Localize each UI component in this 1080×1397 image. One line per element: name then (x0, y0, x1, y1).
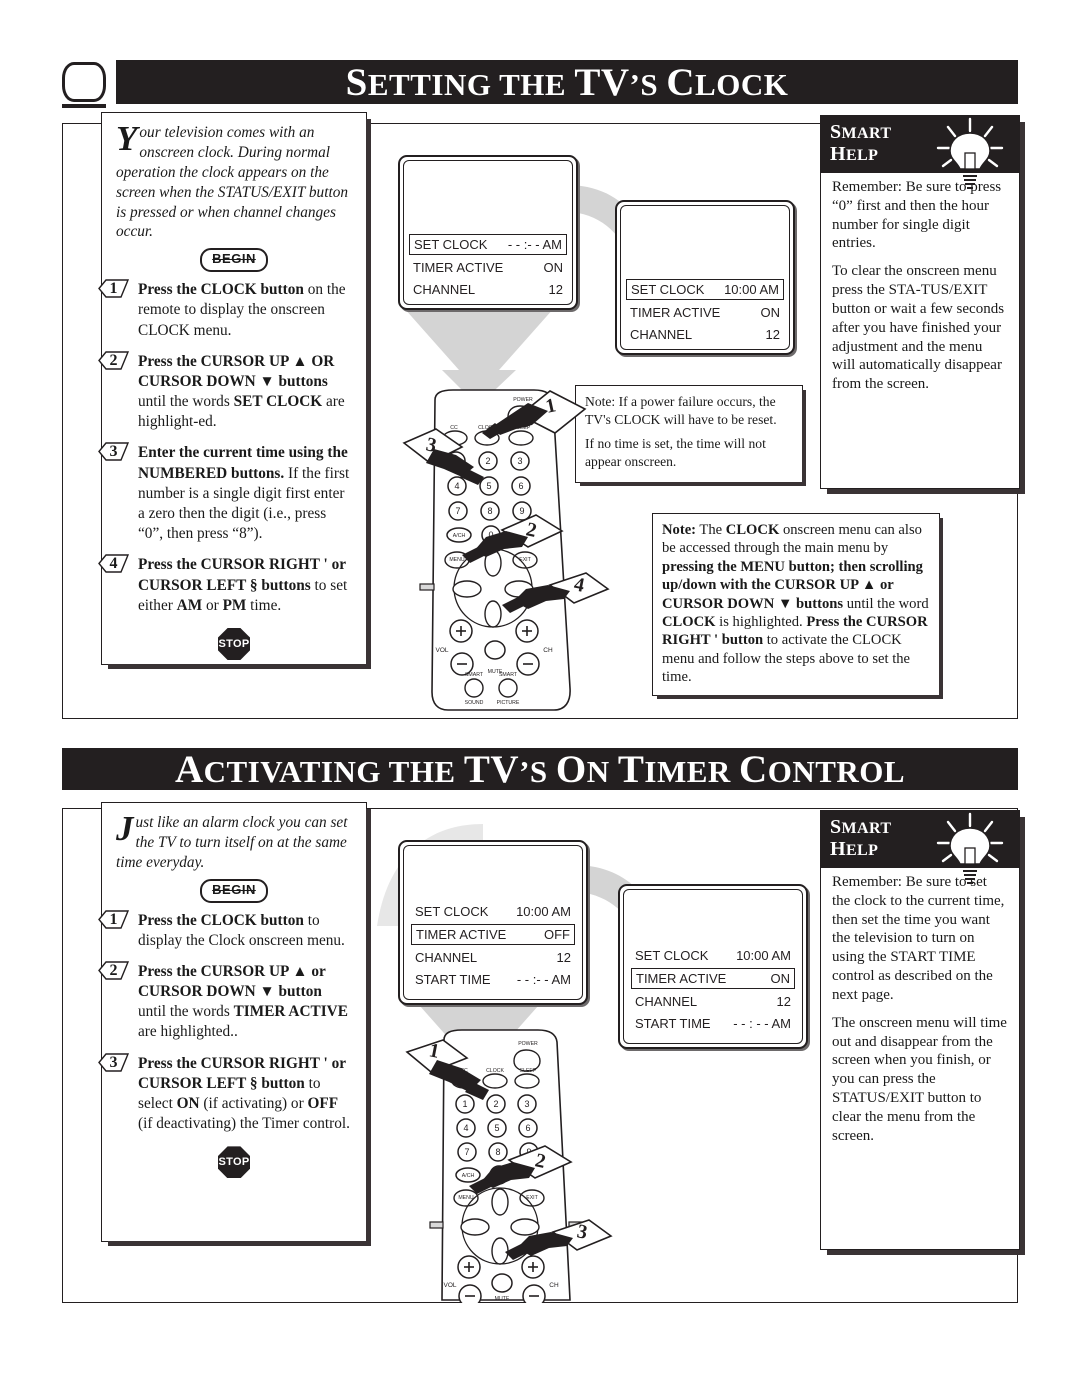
svg-text:VOL: VOL (435, 647, 448, 654)
smart-help-body: Remember: Be sure to set the clock to th… (820, 868, 1020, 1250)
step-number-1: 1 (97, 279, 130, 298)
svg-text:CH: CH (543, 647, 553, 654)
begin-badge: BEGIN (200, 878, 268, 903)
step-text: Press the CLOCK button on the remote to … (138, 281, 346, 339)
stop-badge: STOP (218, 627, 250, 660)
stop-badge-wrap: STOP (116, 1146, 352, 1179)
step-item: 1 Press the CLOCK button to display the … (98, 909, 352, 951)
osd-row-set-clock: SET CLOCK 10:00 AM (626, 279, 784, 300)
begin-badge-wrap: BEGIN (116, 248, 352, 273)
callout-group-clock: 1 3 2 4 (402, 390, 610, 613)
svg-text:PICTURE: PICTURE (497, 700, 520, 706)
step-number-2: 2 (97, 351, 130, 370)
svg-text:CH: CH (549, 1282, 559, 1289)
osd-row-set-clock: SET CLOCK 10:00 AM (635, 948, 791, 963)
drop-cap: Y (116, 119, 138, 158)
callout-2: 2 (469, 1145, 573, 1194)
stop-badge-wrap: STOP (116, 627, 352, 660)
callout-3: 3 (505, 1219, 613, 1260)
section-title-timer: ACTIVATING THE TV’S ON TIMER CONTROL (174, 747, 906, 791)
callout-group-timer: 1 2 3 (405, 1039, 613, 1260)
tv-screen-timer-after: SET CLOCK 10:00 AM TIMER ACTIVE ON CHANNEL… (618, 884, 808, 1049)
step-item: 1 Press the CLOCK button on the remote t… (98, 279, 352, 341)
step-text: Press the CURSOR UP ▲ or CURSOR DOWN ▼ b… (138, 962, 348, 1041)
lightbulb-icon (936, 812, 1004, 884)
osd-row-timer-active: TIMER ACTIVE ON (630, 305, 780, 320)
step-number-3: 3 (97, 442, 130, 462)
callout-3: 3 (402, 428, 484, 485)
tv-screen-clock-before: SET CLOCK - - :- - AM TIMER ACTIVE ON CHAN… (398, 155, 578, 310)
step-number-3: 3 (97, 1052, 130, 1072)
osd-row-channel: CHANNEL 12 (630, 327, 780, 342)
smart-help-header: SMART HELP (820, 810, 1020, 884)
manual-page: SETTING THE TV’S CLOCK Your television c… (0, 0, 1080, 1397)
note-text: Note: The CLOCK onscreen menu can also b… (662, 522, 929, 685)
osd-row-start-time: START TIME - - :- - AM (415, 972, 571, 987)
section-title-clock: SETTING THE TV’S CLOCK (345, 60, 789, 104)
callout-1: 1 (405, 1039, 489, 1100)
osd-row-set-clock: SET CLOCK 10:00 AM (415, 904, 571, 919)
step-text: Press the CURSOR UP ▲ OR CURSOR DOWN ▼ b… (138, 352, 345, 431)
osd-row-start-time: START TIME - - : - - AM (635, 1016, 791, 1031)
lightbulb-icon (936, 117, 1004, 189)
step-number-2: 2 (97, 961, 130, 980)
smart-help-paragraph: Remember: Be sure to set the clock to th… (832, 874, 1005, 1003)
step-text: Press the CURSOR RIGHT ' or CURSOR LEFT … (138, 556, 348, 614)
section-title-bar-timer: ACTIVATING THE TV’S ON TIMER CONTROL (62, 747, 1018, 791)
smart-help-header: SMART HELP (820, 115, 1020, 189)
step-number-4: 4 (97, 554, 130, 574)
callout-4: 4 (502, 572, 610, 613)
osd-menu: SET CLOCK 10:00 AM TIMER ACTIVE OFF CHANNE… (411, 902, 575, 992)
callout-2: 2 (462, 514, 564, 563)
callout-1: 1 (482, 390, 587, 439)
section-title-bar-clock: SETTING THE TV’S CLOCK (116, 60, 1018, 104)
step-text: Enter the current time using the NUMBERE… (138, 444, 350, 543)
svg-text:SMART: SMART (499, 672, 518, 678)
note-clock-menu: Note: The CLOCK onscreen menu can also b… (652, 513, 943, 699)
osd-row-set-clock: SET CLOCK - - :- - AM (409, 234, 567, 255)
step-item: 4 Press the CURSOR RIGHT ' or CURSOR LEF… (98, 554, 352, 616)
step-text: Press the CLOCK button to display the Cl… (138, 911, 345, 949)
osd-row-channel: CHANNEL 12 (635, 994, 791, 1009)
smart-help-paragraph: The onscreen menu will time out and disa… (832, 1014, 1007, 1144)
step-text: Press the CURSOR RIGHT ' or CURSOR LEFT … (138, 1054, 350, 1133)
step-item: 3 Press the CURSOR RIGHT ' or CURSOR LEF… (98, 1052, 352, 1135)
osd-row-timer-active: TIMER ACTIVE ON (413, 260, 563, 275)
osd-menu: SET CLOCK 10:00 AM TIMER ACTIVE ON CHANNEL… (626, 279, 784, 347)
osd-row-timer-active: TIMER ACTIVE ON (631, 968, 795, 989)
svg-text:SMART: SMART (465, 672, 484, 678)
step-item: 2 Press the CURSOR UP ▲ OR CURSOR DOWN ▼… (98, 351, 352, 433)
drop-cap: J (116, 809, 134, 848)
smart-help-paragraph: To clear the onscreen menu press the STA… (832, 263, 1005, 393)
intro-paragraph-timer: Just like an alarm clock you can set the… (116, 809, 348, 871)
osd-row-channel: CHANNEL 12 (413, 282, 563, 297)
osd-menu: SET CLOCK 10:00 AM TIMER ACTIVE ON CHANNEL… (631, 946, 795, 1036)
svg-text:VOL: VOL (443, 1282, 456, 1289)
step-item: 2 Press the CURSOR UP ▲ or CURSOR DOWN ▼… (98, 961, 352, 1043)
smart-help-timer: SMART HELP Remember: Be sure to set the … (820, 810, 1025, 1255)
intro-paragraph-clock: Your television comes with an onscreen c… (116, 119, 348, 241)
smart-help-clock: SMART HELP Remember: Be sure to press “0… (820, 115, 1025, 494)
stop-badge: STOP (218, 1146, 250, 1179)
tv-screen-timer-before: SET CLOCK 10:00 AM TIMER ACTIVE OFF CHANNE… (398, 840, 588, 1005)
tv-icon (62, 62, 106, 108)
begin-badge-wrap: BEGIN (116, 878, 352, 903)
osd-row-timer-active: TIMER ACTIVE OFF (411, 924, 575, 945)
svg-text:MUTE: MUTE (495, 1296, 510, 1302)
smart-help-body: Remember: Be sure to press “0” first and… (820, 173, 1020, 489)
svg-text:SOUND: SOUND (465, 700, 484, 706)
step-number-1: 1 (97, 909, 130, 929)
tv-screen-clock-after: SET CLOCK 10:00 AM TIMER ACTIVE ON CHANNEL… (615, 200, 795, 355)
begin-badge: BEGIN (200, 248, 268, 273)
instruction-box-clock: Your television comes with an onscreen c… (98, 112, 371, 669)
osd-menu: SET CLOCK - - :- - AM TIMER ACTIVE ON CHAN… (409, 234, 567, 302)
step-item: 3 Enter the current time using the NUMBE… (98, 442, 352, 544)
osd-row-channel: CHANNEL 12 (415, 950, 571, 965)
instruction-box-timer: Just like an alarm clock you can set the… (98, 802, 371, 1246)
